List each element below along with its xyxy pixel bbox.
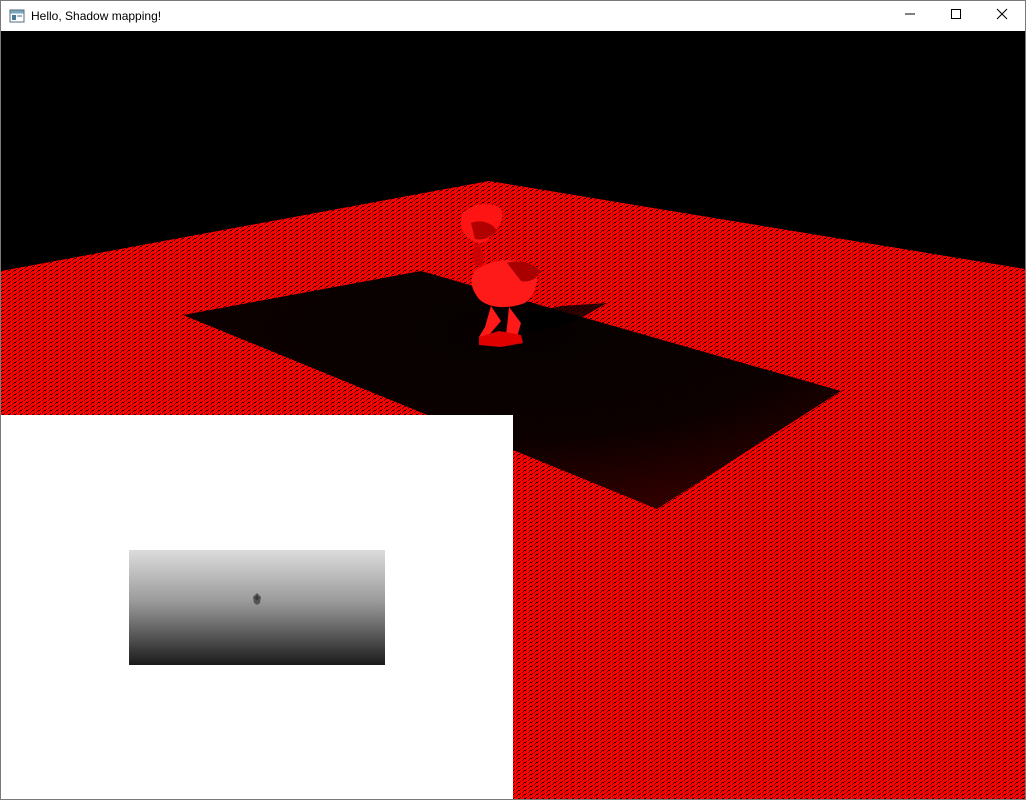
close-icon	[996, 7, 1008, 25]
maximize-button[interactable]	[933, 1, 979, 31]
depth-map-texture	[129, 550, 385, 665]
depth-map-debug-panel	[1, 415, 513, 799]
app-window-icon[interactable]	[9, 8, 25, 24]
depth-map-object	[253, 593, 261, 605]
app-window: Hello, Shadow mapping!	[0, 0, 1026, 800]
title-bar[interactable]: Hello, Shadow mapping!	[1, 1, 1025, 31]
close-button[interactable]	[979, 1, 1025, 31]
maximize-icon	[950, 7, 962, 25]
minimize-button[interactable]	[887, 1, 933, 31]
minimize-icon	[904, 7, 916, 25]
window-controls	[887, 1, 1025, 31]
render-viewport[interactable]	[1, 31, 1025, 799]
window-title: Hello, Shadow mapping!	[31, 9, 162, 23]
